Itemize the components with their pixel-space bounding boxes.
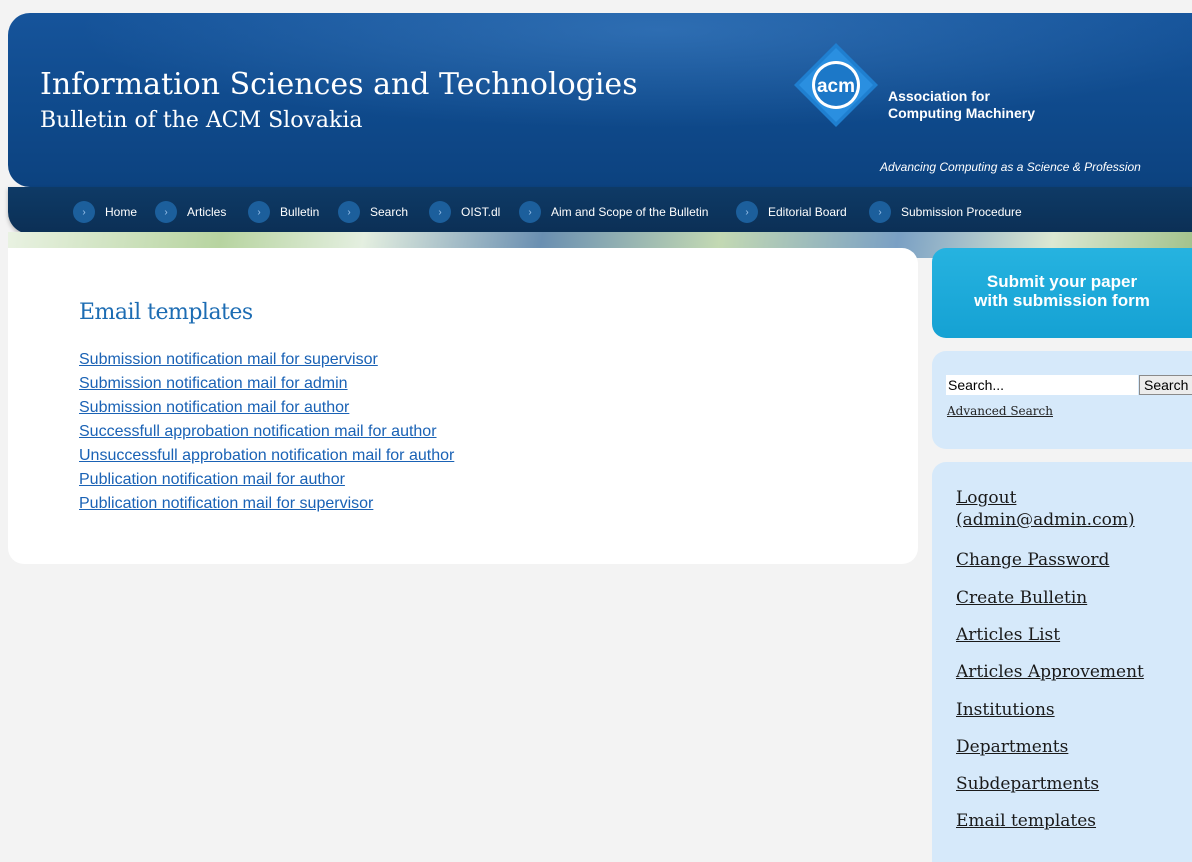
search-button[interactable]: Search (1139, 375, 1192, 395)
menu-item-institutions[interactable]: Institutions (956, 699, 1055, 721)
search-input[interactable] (946, 375, 1138, 395)
menu-item-email-templates[interactable]: Email templates (956, 810, 1096, 832)
list-item: Successfull approbation notification mai… (79, 423, 454, 447)
acm-logo-text: acm (817, 76, 855, 97)
admin-menu: Logout (admin@admin.com) Change Password… (932, 462, 1192, 862)
acm-organization-name: Association for Computing Machinery (888, 88, 1035, 122)
nav-item-label: OIST.dl (461, 205, 501, 219)
menu-item-create-bulletin[interactable]: Create Bulletin (956, 587, 1087, 609)
template-link-publication-supervisor[interactable]: Publication notification mail for superv… (79, 495, 373, 512)
template-link-publication-author[interactable]: Publication notification mail for author (79, 471, 345, 488)
chevron-right-icon: › (338, 201, 360, 223)
site-header: Information Sciences and Technologies Bu… (8, 13, 1192, 187)
nav-item-search[interactable]: › Search (338, 201, 408, 223)
menu-item-articles-list[interactable]: Articles List (956, 624, 1060, 646)
acm-org-line2: Computing Machinery (888, 105, 1036, 121)
nav-item-bulletin[interactable]: › Bulletin (248, 201, 319, 223)
template-link-submission-admin[interactable]: Submission notification mail for admin (79, 375, 348, 392)
advanced-search-link[interactable]: Advanced Search (947, 404, 1053, 418)
acm-logo[interactable]: acm (793, 42, 879, 128)
list-item: Submission notification mail for supervi… (79, 351, 454, 375)
list-item: Unsuccessfull approbation notification m… (79, 447, 454, 471)
list-item: Publication notification mail for author (79, 471, 454, 495)
email-template-list: Submission notification mail for supervi… (79, 351, 454, 519)
nav-item-label: Editorial Board (768, 205, 847, 219)
menu-item-articles-approvement[interactable]: Articles Approvement (956, 661, 1144, 683)
list-item: Submission notification mail for admin (79, 375, 454, 399)
nav-item-aim-scope[interactable]: › Aim and Scope of the Bulletin (519, 201, 708, 223)
menu-item-change-password[interactable]: Change Password (956, 549, 1109, 571)
list-item: Submission notification mail for author (79, 399, 454, 423)
nav-item-label: Bulletin (280, 205, 320, 219)
acm-org-line1: Association for (888, 88, 990, 104)
site-title: Information Sciences and Technologies (40, 67, 638, 102)
template-link-submission-supervisor[interactable]: Submission notification mail for supervi… (79, 351, 378, 368)
sidebar-search: Search Advanced Search (932, 351, 1192, 449)
nav-item-label: Articles (187, 205, 227, 219)
chevron-right-icon: › (248, 201, 270, 223)
submit-paper-label: Submit your paper with submission form (932, 272, 1192, 310)
chevron-right-icon: › (429, 201, 451, 223)
nav-item-articles[interactable]: › Articles (155, 201, 226, 223)
page-title: Email templates (79, 300, 253, 325)
logout-email: (admin@admin.com) (956, 510, 1135, 530)
nav-item-home[interactable]: › Home (73, 201, 137, 223)
submit-line2: with submission form (974, 291, 1150, 310)
logout-link[interactable]: Logout (admin@admin.com) (956, 487, 1135, 531)
nav-item-label: Aim and Scope of the Bulletin (551, 205, 709, 219)
template-link-successful-approbation-author[interactable]: Successfull approbation notification mai… (79, 423, 437, 440)
site-subtitle: Bulletin of the ACM Slovakia (40, 108, 363, 133)
submit-line1: Submit your paper (986, 272, 1138, 291)
submit-paper-button[interactable]: Submit your paper with submission form (932, 248, 1192, 338)
logout-label: Logout (956, 488, 1017, 508)
chevron-right-icon: › (519, 201, 541, 223)
menu-item-subdepartments[interactable]: Subdepartments (956, 773, 1099, 795)
main-nav: › Home › Articles › Bulletin › Search › … (8, 187, 1192, 234)
main-content: Email templates Submission notification … (8, 248, 918, 564)
nav-item-label: Submission Procedure (901, 205, 1022, 219)
nav-item-oist-dl[interactable]: › OIST.dl (429, 201, 500, 223)
nav-item-label: Home (105, 205, 138, 219)
nav-item-editorial-board[interactable]: › Editorial Board (736, 201, 847, 223)
list-item: Publication notification mail for superv… (79, 495, 454, 519)
nav-item-label: Search (370, 205, 409, 219)
menu-item-departments[interactable]: Departments (956, 736, 1068, 758)
chevron-right-icon: › (736, 201, 758, 223)
acm-tagline: Advancing Computing as a Science & Profe… (880, 160, 1141, 174)
chevron-right-icon: › (155, 201, 177, 223)
chevron-right-icon: › (73, 201, 95, 223)
template-link-submission-author[interactable]: Submission notification mail for author (79, 399, 349, 416)
nav-item-submission-procedure[interactable]: › Submission Procedure (869, 201, 1022, 223)
chevron-right-icon: › (869, 201, 891, 223)
template-link-unsuccessful-approbation-author[interactable]: Unsuccessfull approbation notification m… (79, 447, 454, 464)
